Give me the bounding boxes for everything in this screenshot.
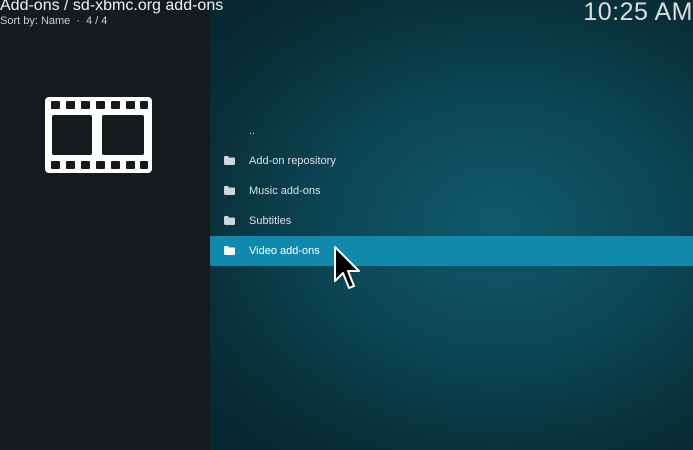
list-item-parent[interactable]: ..	[210, 116, 693, 146]
list-item-label: Music add-ons	[249, 185, 321, 197]
folder-icon	[224, 216, 235, 225]
clock: 10:25 AM	[583, 0, 693, 26]
folder-icon	[224, 186, 235, 195]
page-title: Add-ons / sd-xbmc.org add-ons	[0, 0, 224, 14]
item-count: 4 / 4	[85, 15, 108, 27]
list-item-label: Video add-ons	[249, 245, 320, 257]
list-item-music-addons[interactable]: Music add-ons	[210, 176, 693, 206]
sort-info: Sort by: Name · 4 / 4	[0, 15, 107, 27]
separator: ·	[76, 15, 80, 27]
left-panel	[0, 0, 210, 450]
list-item-label: ..	[249, 125, 256, 137]
folder-icon	[224, 156, 235, 165]
list-item-addon-repository[interactable]: Add-on repository	[210, 146, 693, 176]
list-item-video-addons[interactable]: Video add-ons	[210, 236, 693, 266]
mouse-pointer-icon	[334, 246, 360, 289]
sort-label[interactable]: Sort by: Name	[0, 15, 70, 27]
list-item-label: Subtitles	[249, 215, 292, 227]
folder-icon	[224, 246, 235, 255]
film-strip-icon	[45, 97, 152, 173]
list-item-label: Add-on repository	[249, 155, 336, 167]
list-item-subtitles[interactable]: Subtitles	[210, 206, 693, 236]
addon-list: .. Add-on repository Music add-ons Subti…	[210, 116, 693, 266]
